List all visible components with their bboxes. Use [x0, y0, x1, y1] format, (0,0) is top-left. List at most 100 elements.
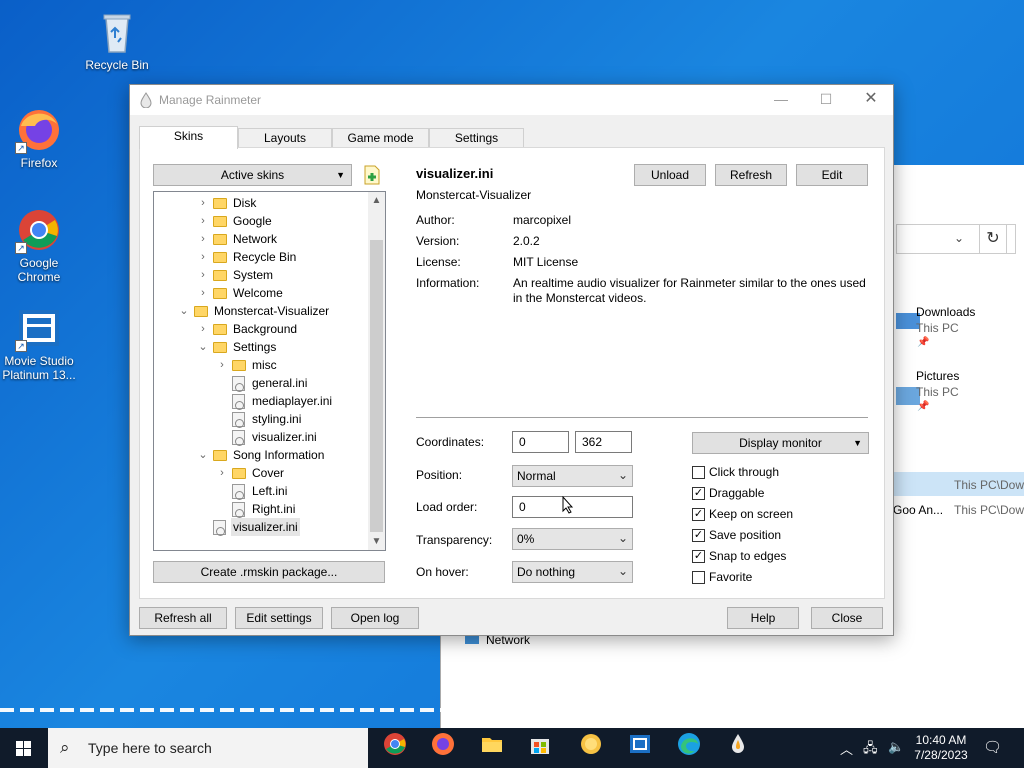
checkbox-keep-on-screen[interactable]: ✓ Keep on screen: [692, 506, 793, 522]
checkbox-snap-to-edges[interactable]: ✓ Snap to edges: [692, 548, 786, 564]
taskbar-rainmeter-icon[interactable]: [722, 732, 754, 764]
new-skin-icon[interactable]: [363, 165, 381, 185]
quick-access-title[interactable]: Downloads: [916, 305, 975, 319]
tree-folder-item[interactable]: ⌄ Settings: [154, 338, 368, 356]
expand-chevron-icon[interactable]: ›: [197, 194, 209, 212]
tree-file-item[interactable]: visualizer.ini: [154, 428, 368, 446]
tree-folder-item[interactable]: ⌄ Song Information: [154, 446, 368, 464]
taskbar-search-box[interactable]: ⌕ Type here to search: [48, 728, 368, 768]
checkbox-empty-icon[interactable]: [692, 466, 705, 479]
clock[interactable]: 10:40 AM 7/28/2023: [912, 733, 970, 763]
checkbox-checked-icon[interactable]: ✓: [692, 508, 705, 521]
checkbox-empty-icon[interactable]: [692, 571, 705, 584]
skins-tree[interactable]: › Disk › Google › Network › Recycle Bin › System ›…: [153, 191, 386, 551]
tree-scrollbar[interactable]: ▲ ▼: [368, 192, 385, 550]
minimize-icon[interactable]: —: [758, 85, 804, 115]
notifications-icon[interactable]: 🗨: [983, 738, 1002, 756]
tree-folder-item[interactable]: ⌄ Monstercat-Visualizer: [154, 302, 368, 320]
tree-item-label: visualizer.ini: [231, 518, 300, 536]
edit-button[interactable]: Edit: [796, 164, 868, 186]
tree-folder-item[interactable]: › Welcome: [154, 284, 368, 302]
close-icon[interactable]: ✕: [848, 85, 894, 115]
open-log-button[interactable]: Open log: [331, 607, 419, 629]
checkbox-draggable[interactable]: ✓ Draggable: [692, 485, 764, 501]
tree-folder-item[interactable]: › misc: [154, 356, 368, 374]
show-hidden-icons-chevron-icon[interactable]: ︿: [840, 739, 853, 758]
maximize-icon[interactable]: ☐: [803, 85, 849, 115]
tab-skins[interactable]: Skins: [139, 126, 238, 149]
expand-chevron-icon[interactable]: ›: [197, 230, 209, 248]
desktop-icon-movie-studio[interactable]: ↗ Movie Studio Platinum 13...: [0, 304, 79, 382]
volume-icon[interactable]: 🔈: [888, 739, 904, 755]
position-select[interactable]: Normal ⌄: [512, 465, 633, 487]
taskbar-movie-studio-icon[interactable]: [624, 732, 656, 764]
tree-file-item[interactable]: styling.ini: [154, 410, 368, 428]
create-rmskin-button[interactable]: Create .rmskin package...: [153, 561, 385, 583]
chevron-down-icon[interactable]: ⌄: [954, 231, 964, 245]
title-bar[interactable]: Manage Rainmeter — ☐ ✕: [130, 85, 893, 115]
taskbar-app-icon[interactable]: [575, 732, 607, 764]
taskbar-chrome-icon[interactable]: [379, 732, 411, 764]
y-coordinate-input[interactable]: 362: [575, 431, 632, 453]
refresh-button[interactable]: Refresh: [715, 164, 787, 186]
firefox-icon: ↗: [15, 106, 63, 154]
tree-file-item[interactable]: mediaplayer.ini: [154, 392, 368, 410]
tree-folder-item[interactable]: › Background: [154, 320, 368, 338]
tab-settings[interactable]: Settings: [429, 128, 524, 148]
tree-folder-item[interactable]: › Disk: [154, 194, 368, 212]
expand-chevron-icon[interactable]: ›: [197, 266, 209, 284]
display-monitor-dropdown[interactable]: Display monitor ▼: [692, 432, 869, 454]
checkbox-click-through[interactable]: Click through: [692, 464, 779, 480]
expand-chevron-icon[interactable]: ›: [216, 356, 228, 374]
expand-chevron-icon[interactable]: ›: [197, 320, 209, 338]
tree-file-item[interactable]: visualizer.ini: [154, 518, 368, 536]
tree-folder-item[interactable]: › Recycle Bin: [154, 248, 368, 266]
network-status-icon[interactable]: 🖧: [863, 739, 878, 761]
desktop-icon-firefox[interactable]: ↗ Firefox: [0, 106, 79, 170]
expand-chevron-icon[interactable]: ›: [197, 284, 209, 302]
tree-folder-item[interactable]: › Cover: [154, 464, 368, 482]
tree-folder-item[interactable]: › Google: [154, 212, 368, 230]
scroll-up-icon[interactable]: ▲: [368, 192, 385, 209]
taskbar-file-explorer-icon[interactable]: [476, 732, 508, 764]
expand-chevron-icon[interactable]: ›: [197, 212, 209, 230]
collapse-chevron-icon[interactable]: ⌄: [178, 302, 190, 320]
transparency-select[interactable]: 0% ⌄: [512, 528, 633, 550]
tree-folder-item[interactable]: › System: [154, 266, 368, 284]
tree-file-item[interactable]: general.ini: [154, 374, 368, 392]
close-button[interactable]: Close: [811, 607, 883, 629]
tab-game-mode[interactable]: Game mode: [332, 128, 429, 148]
tree-file-item[interactable]: Right.ini: [154, 500, 368, 518]
desktop-icon-recycle-bin[interactable]: Recycle Bin: [77, 8, 157, 72]
active-skins-dropdown[interactable]: Active skins ▼: [153, 164, 352, 186]
refresh-all-button[interactable]: Refresh all: [139, 607, 227, 629]
collapse-chevron-icon[interactable]: ⌄: [197, 446, 209, 464]
desktop-icon-chrome[interactable]: ↗ Google Chrome: [0, 206, 79, 284]
refresh-icon[interactable]: ↻: [979, 224, 1007, 254]
collapse-chevron-icon[interactable]: ⌄: [197, 338, 209, 356]
desktop-icon-label: Movie Studio Platinum 13...: [2, 354, 76, 382]
checkbox-checked-icon[interactable]: ✓: [692, 487, 705, 500]
scroll-down-icon[interactable]: ▼: [368, 533, 385, 550]
taskbar-firefox-icon[interactable]: [427, 732, 459, 764]
edit-settings-button[interactable]: Edit settings: [235, 607, 323, 629]
quick-access-title[interactable]: Pictures: [916, 369, 959, 383]
checkbox-favorite[interactable]: Favorite: [692, 569, 752, 585]
help-button[interactable]: Help: [727, 607, 799, 629]
tree-folder-item[interactable]: › Network: [154, 230, 368, 248]
start-button[interactable]: [0, 728, 48, 768]
checkbox-checked-icon[interactable]: ✓: [692, 529, 705, 542]
scrollbar-thumb[interactable]: [370, 240, 383, 532]
expand-chevron-icon[interactable]: ›: [197, 248, 209, 266]
taskbar-store-icon[interactable]: [524, 732, 556, 764]
checkbox-save-position[interactable]: ✓ Save position: [692, 527, 781, 543]
checkbox-checked-icon[interactable]: ✓: [692, 550, 705, 563]
unload-button[interactable]: Unload: [634, 164, 706, 186]
taskbar-edge-icon[interactable]: [673, 732, 705, 764]
tree-file-item[interactable]: Left.ini: [154, 482, 368, 500]
expand-chevron-icon[interactable]: ›: [216, 464, 228, 482]
tab-layouts[interactable]: Layouts: [238, 128, 332, 148]
recent-file-name[interactable]: Goo An...: [893, 503, 943, 517]
on-hover-select[interactable]: Do nothing ⌄: [512, 561, 633, 583]
x-coordinate-input[interactable]: 0: [512, 431, 569, 453]
